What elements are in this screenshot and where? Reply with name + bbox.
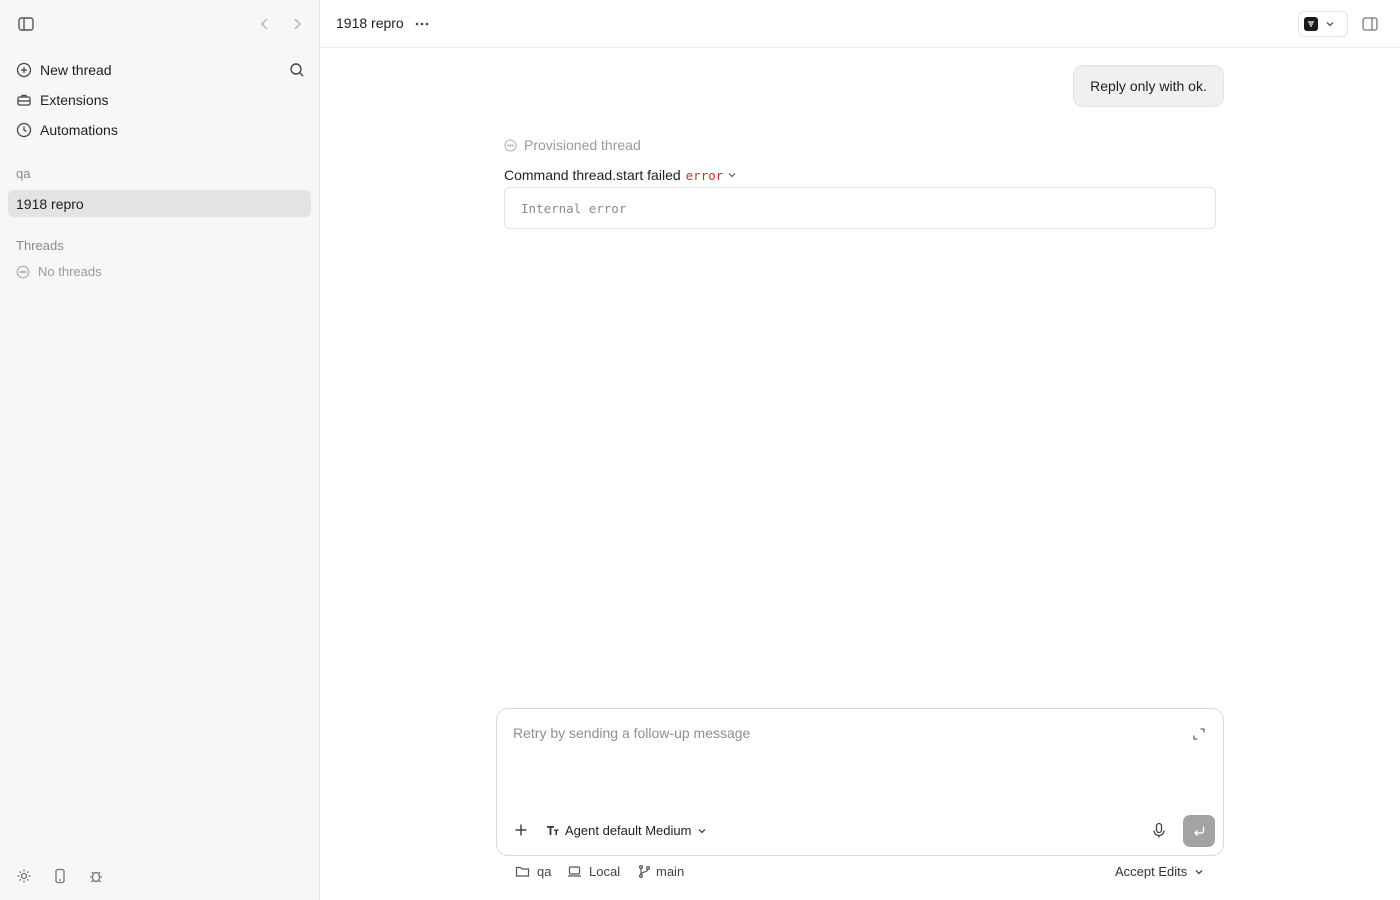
nav-label-extensions: Extensions [40, 92, 109, 108]
text-size-icon [546, 824, 559, 837]
back-arrow-icon[interactable] [257, 16, 273, 32]
chat-bubble-icon [16, 265, 30, 279]
plus-circle-icon [16, 62, 32, 78]
user-message-bubble: Reply only with ok. [1073, 65, 1224, 107]
folder-icon [515, 864, 530, 879]
nav-label-automations: Automations [40, 122, 118, 138]
automations-button[interactable]: Automations [8, 116, 311, 144]
search-icon[interactable] [288, 61, 306, 79]
sidebar-toggle-icon[interactable] [17, 15, 35, 33]
send-button[interactable] [1183, 815, 1215, 847]
command-failed-text: Command thread.start failed [504, 167, 681, 183]
accept-edits-label: Accept Edits [1115, 864, 1188, 879]
toolbox-icon [16, 92, 32, 108]
model-selector[interactable]: Agent default Medium [546, 823, 708, 838]
microphone-icon[interactable] [1151, 822, 1167, 839]
branch-selector[interactable]: main [637, 864, 684, 879]
chevron-down-icon [1324, 18, 1336, 30]
git-branch-icon [637, 864, 652, 879]
folder-label: qa [537, 864, 552, 879]
new-thread-button[interactable]: New thread [8, 56, 311, 84]
project-label[interactable]: qa [16, 166, 30, 181]
thread-title: 1918 repro [336, 15, 404, 31]
chevron-down-icon [696, 825, 708, 837]
no-threads-placeholder: No threads [16, 264, 102, 279]
return-arrow-icon [1192, 824, 1206, 838]
error-detail-box: Internal error [504, 187, 1216, 229]
sidebar-header [0, 0, 319, 48]
right-panel-toggle-icon[interactable] [1360, 14, 1380, 34]
environment-label: Local [589, 864, 621, 879]
bug-icon[interactable] [87, 867, 105, 885]
extensions-button[interactable]: Extensions [8, 86, 311, 114]
chevron-down-icon[interactable] [726, 169, 738, 181]
top-bar: 1918 repro [320, 0, 1400, 48]
add-attachment-icon[interactable] [513, 822, 529, 838]
threads-section-label: Threads [16, 238, 64, 253]
chevron-down-icon [1193, 866, 1205, 878]
nav-label-new-thread: New thread [40, 62, 112, 78]
more-options-icon[interactable] [412, 14, 432, 34]
laptop-icon [567, 864, 582, 879]
folder-selector[interactable]: qa [515, 864, 551, 879]
forward-arrow-icon[interactable] [289, 16, 305, 32]
model-label: Agent default Medium [565, 823, 692, 838]
expand-icon[interactable] [1191, 726, 1207, 742]
error-tag: error [685, 167, 724, 183]
message-input[interactable] [513, 725, 1153, 741]
sidebar-thread-item[interactable]: 1918 repro [8, 190, 311, 217]
command-failed-row[interactable]: Command thread.start failed error [504, 167, 738, 183]
clock-icon [16, 122, 32, 138]
chat-bubble-icon [504, 138, 517, 152]
provisioned-thread-text: Provisioned thread [524, 137, 641, 153]
composer: Agent default Medium [496, 708, 1224, 856]
mobile-device-icon[interactable] [51, 867, 69, 885]
sidebar: New thread Extensions Automations qa 191… [0, 0, 320, 900]
environment-selector[interactable]: Local [567, 864, 620, 879]
app-logo-icon [1304, 17, 1318, 31]
open-in-app-dropdown[interactable] [1298, 11, 1348, 37]
settings-gear-icon[interactable] [15, 867, 33, 885]
accept-edits-dropdown[interactable]: Accept Edits [1115, 864, 1205, 879]
branch-label: main [656, 864, 685, 879]
main-panel: 1918 repro Reply only with ok. Provision… [320, 0, 1400, 900]
provisioned-thread-status: Provisioned thread [504, 137, 641, 153]
no-threads-text: No threads [38, 264, 102, 279]
